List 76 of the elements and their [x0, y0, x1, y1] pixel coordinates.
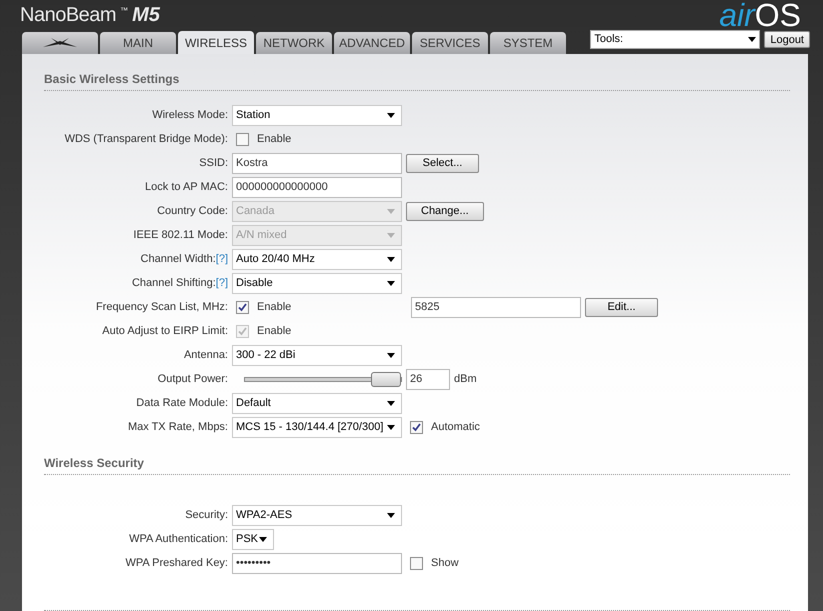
unit-label: dBm [454, 372, 477, 388]
caret-icon [387, 513, 395, 518]
caret-icon [387, 401, 395, 406]
checkbox-label: Automatic [431, 420, 480, 436]
caret-icon [387, 281, 395, 286]
logo-icon [43, 38, 77, 48]
tools-dropdown[interactable]: Tools: [590, 30, 760, 49]
nav-tab[interactable]: WIRELESS [178, 31, 254, 54]
caret-icon [387, 233, 395, 238]
dropdown[interactable]: 300 - 22 dBi [232, 345, 402, 366]
field-label: Auto Adjust to EIRP Limit: [102, 324, 228, 340]
section-title: Wireless Security [44, 454, 790, 475]
checkbox[interactable] [410, 557, 423, 570]
check-icon [238, 303, 247, 312]
caret-icon [387, 209, 395, 214]
checkbox[interactable] [236, 301, 249, 314]
checkbox-label: Show [431, 556, 459, 572]
field-label: Max TX Rate, Mbps: [128, 420, 228, 436]
action-button[interactable]: Edit... [585, 298, 658, 317]
field-label: IEEE 802.11 Mode: [133, 228, 228, 244]
nav-tab[interactable]: NETWORK [256, 32, 332, 54]
nav-tab[interactable]: MAIN [100, 32, 176, 54]
input-field[interactable]: 000000000000000 [232, 177, 402, 198]
dropdown[interactable]: Auto 20/40 MHz [232, 249, 402, 270]
dropdown[interactable]: Station [232, 105, 402, 126]
nav-tab[interactable]: ADVANCED [334, 32, 410, 54]
caret-icon [387, 353, 395, 358]
section-title: Basic Wireless Settings [44, 70, 790, 91]
caret-icon [387, 257, 395, 262]
help-link[interactable]: [?] [216, 251, 228, 268]
field-label: Security: [185, 508, 228, 524]
checkbox-label: Enable [257, 324, 292, 340]
caret-icon [259, 537, 267, 542]
brand-logo: airOS [719, 0, 801, 30]
checkbox[interactable] [236, 133, 249, 146]
slider-thumb[interactable] [371, 372, 401, 387]
action-button[interactable]: Select... [406, 154, 479, 173]
field-label: Antenna: [184, 348, 228, 364]
field-label: Output Power: [158, 372, 228, 388]
field-label: Country Code: [157, 204, 228, 220]
dropdown[interactable]: Default [232, 393, 402, 414]
caret-icon [387, 113, 395, 118]
nav-tab[interactable]: SERVICES [412, 32, 488, 54]
input-field[interactable]: 5825 [411, 297, 581, 318]
dropdown[interactable]: WPA2-AES [232, 505, 402, 526]
nav-tab[interactable]: SYSTEM [490, 32, 566, 54]
caret-icon [748, 37, 756, 42]
input-field[interactable]: Kostra [232, 153, 402, 174]
logout-button[interactable]: Logout [764, 31, 810, 48]
nav-tab[interactable] [22, 32, 98, 54]
field-label: SSID: [199, 156, 228, 172]
model-name: M5 [132, 3, 160, 27]
field-label: WDS (Transparent Bridge Mode): [64, 132, 228, 148]
field-label: Data Rate Module: [136, 396, 228, 412]
check-icon [238, 327, 247, 336]
action-button[interactable]: Change... [406, 202, 484, 221]
field-label: Lock to AP MAC: [145, 180, 228, 196]
checkbox[interactable] [410, 421, 423, 434]
field-label: Channel Shifting: [132, 276, 216, 292]
product-name: NanoBeam [20, 3, 116, 27]
field-label: WPA Authentication: [129, 532, 228, 548]
check-icon [412, 423, 421, 432]
trademark: ™ [120, 5, 128, 17]
input-field[interactable]: ••••••••• [232, 553, 402, 574]
field-label: Frequency Scan List, MHz: [96, 300, 228, 316]
input-field[interactable]: 26 [406, 369, 450, 390]
checkbox-label: Enable [257, 300, 292, 316]
checkbox-label: Enable [257, 132, 292, 148]
field-label: Channel Width: [140, 252, 216, 268]
caret-icon [387, 425, 395, 430]
help-link[interactable]: [?] [216, 275, 228, 292]
dropdown[interactable]: PSK [232, 529, 274, 550]
field-label: WPA Preshared Key: [125, 556, 228, 572]
dropdown[interactable]: Disable [232, 273, 402, 294]
field-label: Wireless Mode: [152, 108, 228, 124]
dropdown[interactable]: MCS 15 - 130/144.4 [270/300] [232, 417, 402, 438]
